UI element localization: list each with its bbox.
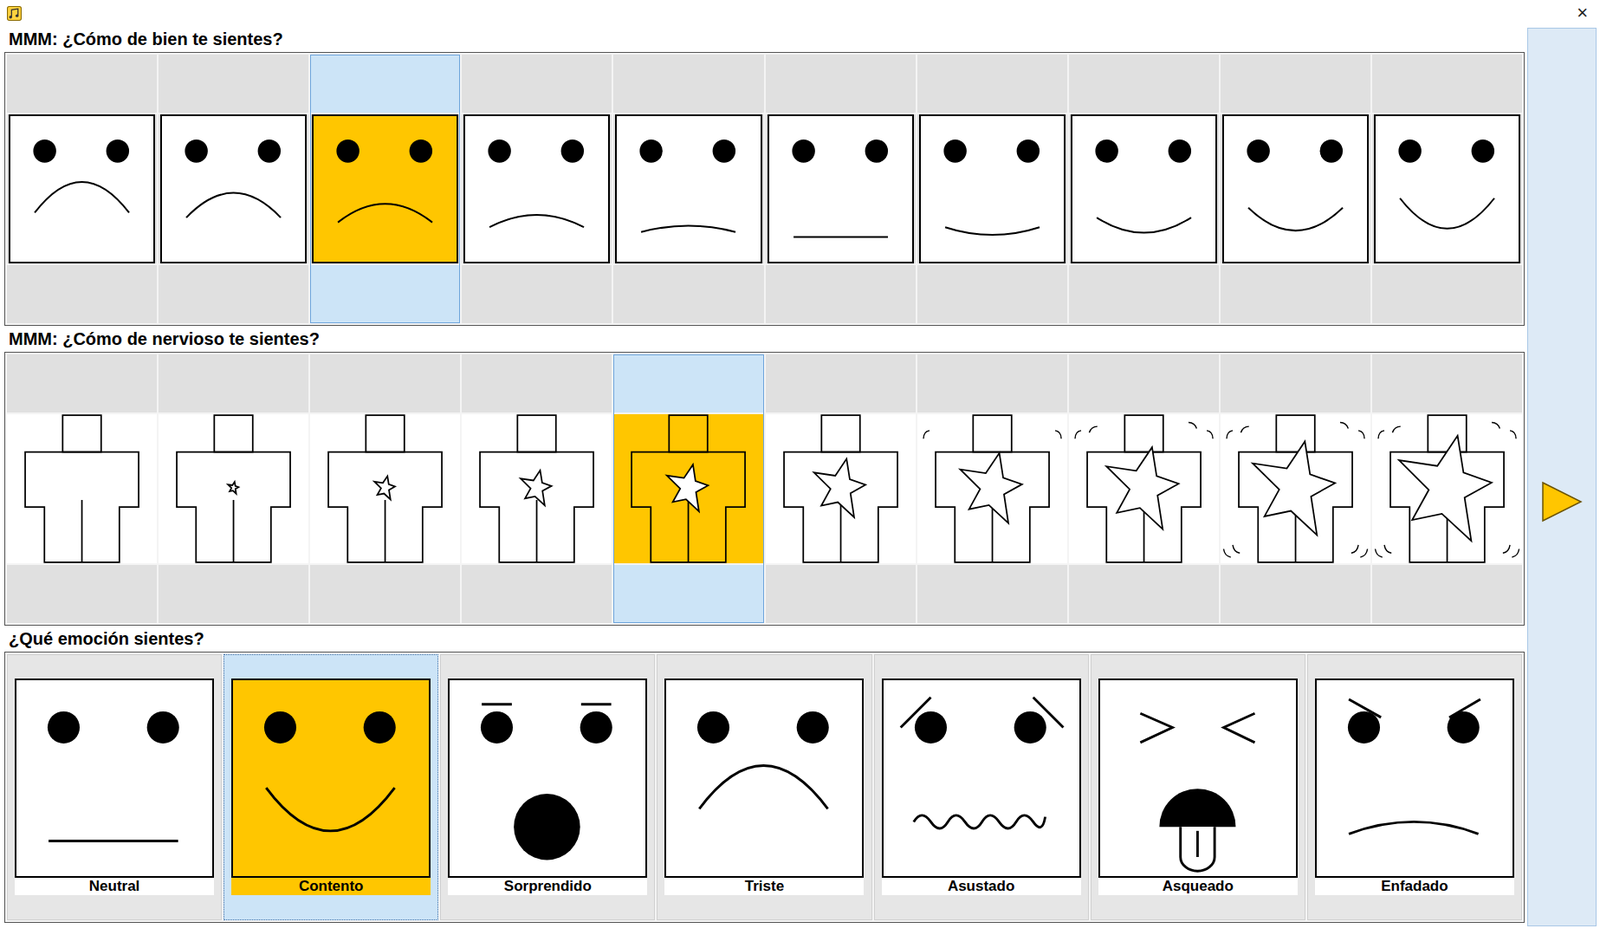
scale-option[interactable]	[158, 354, 309, 623]
face-icon	[615, 114, 762, 264]
title-bar: ×	[0, 0, 1600, 26]
scale-option[interactable]	[765, 54, 916, 324]
scale-option[interactable]	[1220, 354, 1371, 623]
scale-option[interactable]	[1372, 54, 1523, 324]
emotion-face-icon	[881, 678, 1082, 878]
emotion-face-icon	[14, 678, 214, 878]
scale-option[interactable]	[1220, 54, 1371, 324]
scale-option[interactable]	[1068, 54, 1219, 324]
face-icon	[1373, 114, 1521, 264]
emotion-option[interactable]: Contento	[223, 654, 439, 920]
scale-option[interactable]	[158, 54, 309, 324]
scale-option[interactable]	[765, 354, 916, 623]
emotion-face-icon	[231, 678, 431, 878]
emotion-label: Asqueado	[1098, 877, 1298, 895]
body-icon	[1220, 414, 1371, 564]
body-icon	[461, 414, 612, 564]
face-icon	[1070, 114, 1218, 264]
body-icon	[613, 414, 764, 564]
emotion-face-icon	[447, 678, 648, 878]
body-icon	[158, 414, 309, 564]
body-icon	[310, 414, 460, 564]
emotion-label: Sorprendido	[447, 877, 648, 895]
emotion-option[interactable]: Enfadado	[1307, 654, 1523, 920]
question-section: MMM: ¿Cómo de bien te sientes?	[4, 25, 1525, 326]
question-title: MMM: ¿Cómo de nervioso te sientes?	[4, 325, 1525, 352]
scale-panel	[4, 351, 1525, 626]
face-icon	[8, 114, 156, 264]
question-section: MMM: ¿Cómo de nervioso te sientes?	[4, 325, 1525, 626]
scale-option[interactable]	[310, 54, 460, 324]
window: × MMM: ¿Cómo de bien te sientes? MMM: ¿Cóm…	[0, 0, 1600, 935]
emotion-label: Triste	[664, 877, 864, 895]
face-icon	[767, 114, 914, 264]
emotion-panel: Neutral Contento Sorprendido Triste Asustado…	[4, 651, 1525, 923]
body-icon	[765, 414, 916, 564]
emotion-face-icon	[664, 678, 864, 878]
scale-option[interactable]	[1372, 354, 1523, 623]
side-panel	[1527, 27, 1597, 927]
body-icon	[1372, 414, 1523, 564]
emotion-option[interactable]: Neutral	[6, 654, 222, 920]
emotion-option[interactable]: Asqueado	[1090, 654, 1306, 920]
scale-panel	[4, 51, 1525, 326]
emotion-face-icon	[1098, 678, 1298, 878]
scale-option[interactable]	[461, 54, 612, 324]
emotion-label: Asustado	[881, 877, 1082, 895]
scale-option[interactable]	[6, 354, 157, 623]
scale-option[interactable]	[917, 354, 1068, 623]
question-title: ¿Qué emoción sientes?	[4, 625, 1525, 652]
face-icon	[919, 114, 1066, 264]
question-title: MMM: ¿Cómo de bien te sientes?	[4, 25, 1525, 52]
music-note-icon	[6, 6, 22, 21]
scale-option[interactable]	[461, 354, 612, 623]
emotion-label: Neutral	[14, 877, 214, 895]
emotion-label: Contento	[231, 877, 431, 895]
emotion-label: Enfadado	[1314, 877, 1515, 895]
body-icon	[917, 414, 1068, 564]
face-icon	[463, 114, 610, 264]
emotion-face-icon	[1314, 678, 1515, 878]
scale-option[interactable]	[6, 54, 157, 324]
play-next-icon[interactable]	[1541, 480, 1583, 523]
close-button[interactable]: ×	[1573, 3, 1592, 23]
scale-option[interactable]	[613, 54, 764, 324]
emotion-option[interactable]: Asustado	[874, 654, 1089, 920]
emotion-section: ¿Qué emoción sientes? Neutral Contento Sorp…	[4, 625, 1525, 923]
body-icon	[1068, 414, 1219, 564]
scale-option[interactable]	[613, 354, 764, 623]
scale-option[interactable]	[1068, 354, 1219, 623]
face-icon	[311, 114, 459, 264]
scale-option[interactable]	[310, 354, 460, 623]
face-icon	[160, 114, 307, 264]
body-icon	[6, 414, 157, 564]
scale-option[interactable]	[917, 54, 1068, 324]
emotion-option[interactable]: Triste	[656, 654, 872, 920]
face-icon	[1222, 114, 1369, 264]
emotion-option[interactable]: Sorprendido	[440, 654, 655, 920]
